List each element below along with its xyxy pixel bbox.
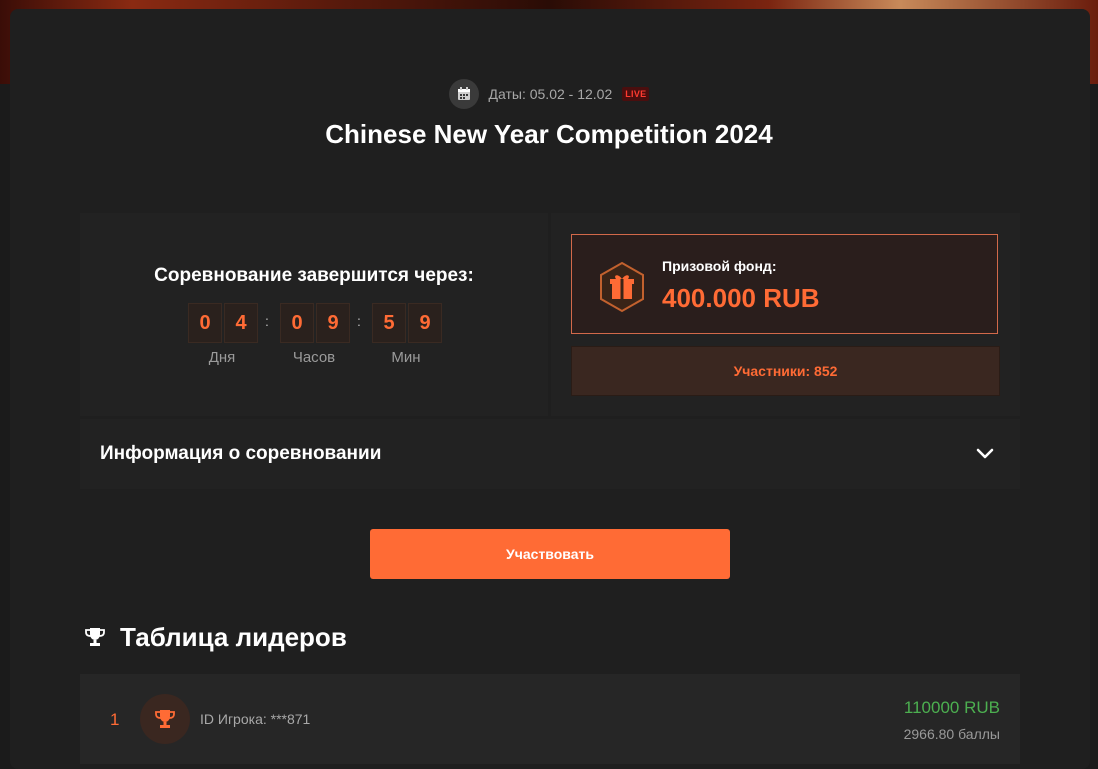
hours-digit-1: 0 bbox=[280, 303, 314, 343]
avatar bbox=[140, 694, 190, 744]
participate-button[interactable]: Участвовать bbox=[370, 529, 730, 579]
page-title: Chinese New Year Competition 2024 bbox=[325, 119, 773, 149]
hours-unit-label: Часов bbox=[292, 349, 336, 366]
minutes-unit-label: Мин bbox=[391, 349, 421, 366]
hours-digits: 0 9 bbox=[280, 303, 352, 343]
leaderboard-header: Таблица лидеров bbox=[84, 621, 347, 653]
days-digit-1: 0 bbox=[188, 303, 222, 343]
minutes-digit-1: 5 bbox=[372, 303, 406, 343]
calendar-icon bbox=[448, 79, 479, 109]
competition-info-title: Информация о соревновании bbox=[100, 443, 382, 464]
days-unit-label: Дня bbox=[208, 349, 236, 366]
prize-fund-box: Призовой фонд: 400.000 RUB bbox=[571, 234, 998, 334]
leaderboard-row: 1 ID Игрока: ***871 110000 RUB 2966.80 б… bbox=[80, 674, 1020, 764]
prize-fund-value: 400.000 RUB bbox=[662, 283, 820, 313]
trophy-icon bbox=[85, 628, 105, 646]
days-digits: 0 4 bbox=[188, 303, 260, 343]
competition-info-accordion[interactable]: Информация о соревновании bbox=[80, 419, 1020, 489]
participants-count: Участники: 852 bbox=[571, 346, 1000, 396]
timer-label: Соревнование завершится через: bbox=[154, 265, 474, 286]
gift-icon bbox=[600, 261, 644, 313]
player-points: 2966.80 баллы bbox=[903, 726, 1000, 742]
timer-separator: : bbox=[357, 313, 361, 329]
leaderboard-title: Таблица лидеров bbox=[120, 621, 347, 652]
days-digit-2: 4 bbox=[224, 303, 258, 343]
rank-number: 1 bbox=[110, 710, 120, 729]
dates-row: Даты: 05.02 - 12.02 LIVE bbox=[0, 79, 1098, 109]
player-id: ID Игрока: ***871 bbox=[200, 711, 311, 727]
minutes-digits: 5 9 bbox=[372, 303, 444, 343]
hours-digit-2: 9 bbox=[316, 303, 350, 343]
timer-separator: : bbox=[265, 313, 269, 329]
minutes-digit-2: 9 bbox=[408, 303, 442, 343]
chevron-down-icon[interactable] bbox=[974, 443, 996, 465]
trophy-icon bbox=[155, 710, 175, 728]
dates-label: Даты: 05.02 - 12.02 bbox=[488, 86, 613, 102]
live-badge: LIVE bbox=[622, 87, 650, 101]
prize-fund-label: Призовой фонд: bbox=[662, 258, 777, 274]
player-prize: 110000 RUB bbox=[903, 698, 1000, 717]
